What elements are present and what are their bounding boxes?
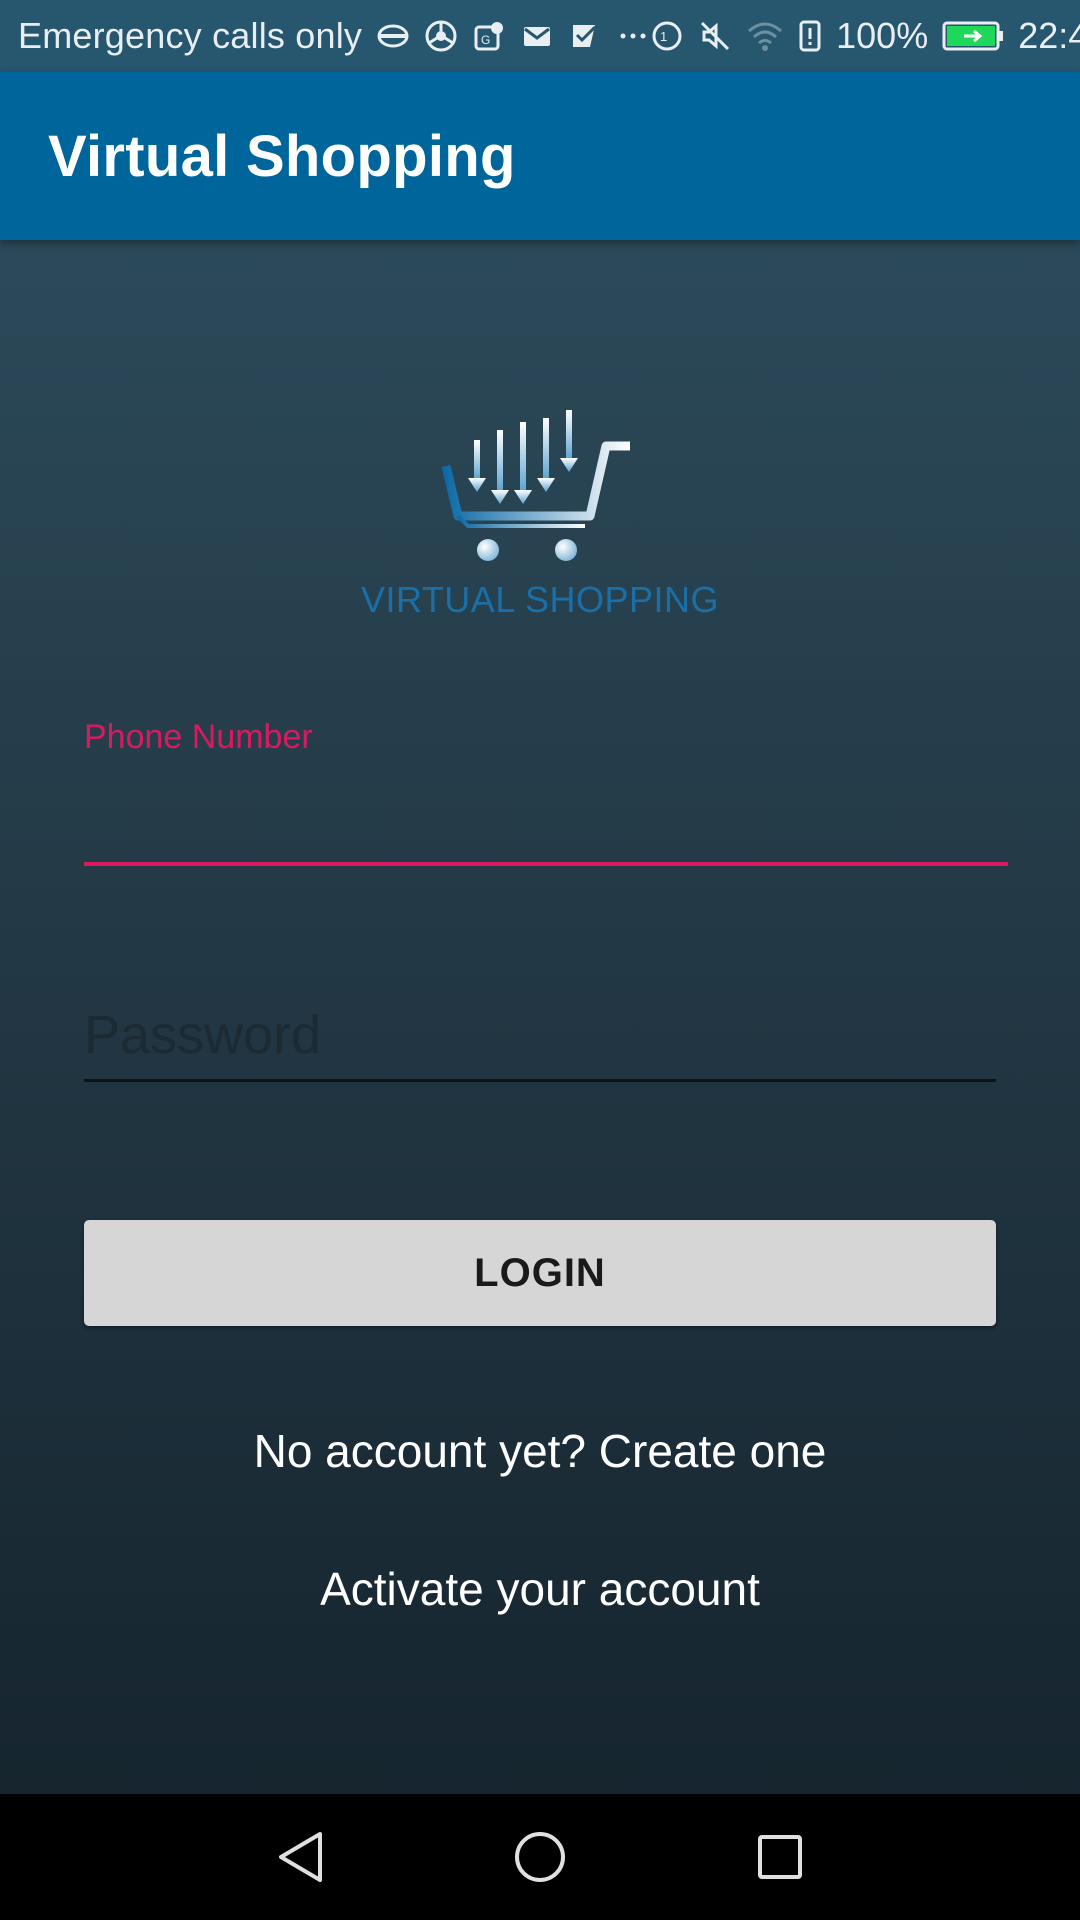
back-icon — [279, 1832, 322, 1882]
notification-icons: G — [376, 19, 650, 53]
app-logo: VIRTUAL SHOPPING — [0, 400, 1080, 621]
create-account-link[interactable]: No account yet? Create one — [0, 1424, 1080, 1478]
data-icon: 1 — [650, 19, 684, 53]
battery-percent: 100% — [836, 15, 929, 56]
app-bar: Virtual Shopping — [0, 72, 1080, 240]
svg-text:G: G — [481, 33, 490, 47]
carrier-text: Emergency calls only — [18, 15, 363, 56]
status-right: 1 100% 22:47 — [650, 15, 1080, 57]
wifi-icon — [746, 19, 784, 53]
password-input[interactable] — [84, 990, 996, 1082]
logo-text: VIRTUAL SHOPPING — [360, 579, 720, 620]
phone-number-label: Phone Number — [84, 718, 313, 756]
back-button[interactable] — [265, 1822, 335, 1892]
recent-apps-button[interactable] — [745, 1822, 815, 1892]
activate-account-link[interactable]: Activate your account — [0, 1562, 1080, 1616]
navigation-bar — [0, 1794, 1080, 1920]
mute-icon — [698, 19, 732, 53]
status-left: Emergency calls only G — [18, 15, 650, 57]
status-bar: Emergency calls only G 1 100% 22:4 — [0, 0, 1080, 72]
login-button[interactable]: LOGIN — [84, 1220, 996, 1326]
mail-icon — [520, 19, 554, 53]
shopping-cart-logo-icon — [441, 410, 630, 561]
check-icon — [568, 19, 602, 53]
battery-icon — [942, 21, 1004, 51]
maps-icon: G — [472, 19, 506, 53]
more-icon — [616, 19, 650, 53]
chrome-icon — [424, 19, 458, 53]
recent-apps-icon — [758, 1835, 802, 1879]
alert-icon — [798, 19, 822, 53]
svg-text:1: 1 — [660, 29, 667, 44]
home-icon — [515, 1832, 565, 1882]
home-button[interactable] — [505, 1822, 575, 1892]
app-title: Virtual Shopping — [48, 123, 516, 189]
eye-icon — [376, 19, 410, 53]
login-screen: Emergency calls only G 1 100% 22:4 Virtu… — [0, 0, 1080, 1920]
phone-number-input[interactable] — [84, 770, 1008, 866]
clock: 22:47 — [1018, 15, 1080, 56]
